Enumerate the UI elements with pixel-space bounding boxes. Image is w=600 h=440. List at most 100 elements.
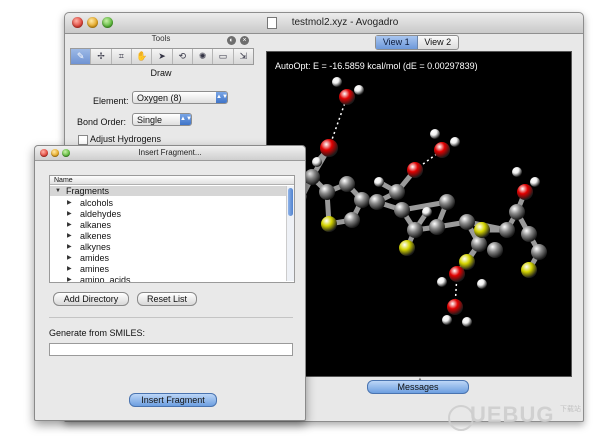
adjust-hydrogens-label: Adjust Hydrogens [90,134,162,144]
tree-scrollbar[interactable] [286,186,294,281]
zoom-button[interactable] [102,17,113,28]
tab-view-1[interactable]: View 1 [376,36,418,49]
column-header-name[interactable]: Name [50,176,294,185]
oxygen-atom[interactable] [320,139,338,157]
carbon-atom[interactable] [394,202,410,218]
carbon-atom[interactable] [509,204,525,220]
hydrogen-atom[interactable] [312,157,322,167]
list-item[interactable]: ▶ amino_acids [50,275,286,282]
hydrogen-atom[interactable] [354,85,364,95]
carbon-atom[interactable] [471,236,487,252]
list-item[interactable]: ▶ alkenes [50,231,286,242]
oxygen-atom[interactable] [517,184,533,200]
manipulate-icon[interactable]: ✋ [132,49,153,64]
molecule-viewport[interactable]: AutoOpt: E = -16.5859 kcal/mol (dE = 0.0… [266,51,572,377]
close-button[interactable] [72,17,83,28]
autoopt-energy-text: AutoOpt: E = -16.5859 kcal/mol (dE = 0.0… [275,61,478,71]
insert-fragment-title-bar[interactable]: Insert Fragment... [35,146,305,161]
hydrogen-atom[interactable] [477,279,487,289]
tools-panel: Tools ◐ × ✎ ✢ ⌗ ✋ ➤ ⟲ ✺ ▭ ⇲ Draw Element… [66,34,256,154]
reset-list-button[interactable]: Reset List [137,292,197,306]
oxygen-atom[interactable] [449,266,465,282]
disclosure-closed-icon[interactable]: ▶ [67,231,72,242]
auto-rotate-icon[interactable]: ⟲ [173,49,193,64]
carbon-atom[interactable] [319,184,335,200]
smiles-input[interactable] [49,343,293,356]
carbon-atom[interactable] [344,212,360,228]
bond-order-label: Bond Order: [77,117,127,127]
carbon-atom[interactable] [369,194,385,210]
bond-centric-icon[interactable]: ⌗ [112,49,132,64]
carbon-atom[interactable] [459,214,475,230]
fragment-tree[interactable]: Name ▼ Fragments ▶ alcohols ▶ aldehydes ▶ a… [49,175,295,283]
align-icon[interactable]: ⇲ [234,49,253,64]
oxygen-atom[interactable] [407,162,423,178]
list-item[interactable]: ▶ alkynes [50,242,286,253]
measure-icon[interactable]: ▭ [213,49,234,64]
carbon-atom[interactable] [354,192,370,208]
messages-button[interactable]: Messages [367,380,469,394]
oxygen-atom[interactable] [447,299,463,315]
molecule-render[interactable] [267,52,571,376]
sulfur-atom[interactable] [321,216,337,232]
oxygen-atom[interactable] [339,89,355,105]
hydrogen-atom[interactable] [462,317,472,327]
list-item[interactable]: ▶ amines [50,264,286,275]
panel-close-icon[interactable]: × [240,36,249,45]
element-label: Element: [93,96,129,106]
carbon-atom[interactable] [339,176,355,192]
disclosure-closed-icon[interactable]: ▶ [67,242,72,253]
disclosure-open-icon[interactable]: ▼ [55,186,61,196]
hydrogen-atom[interactable] [374,177,384,187]
select-arrow-icon[interactable]: ➤ [152,49,173,64]
hydrogen-atom[interactable] [422,207,432,217]
carbon-atom[interactable] [407,222,423,238]
carbon-atom[interactable] [304,169,320,185]
main-title-bar[interactable]: testmol2.xyz - Avogadro [65,13,583,34]
disclosure-closed-icon[interactable]: ▶ [67,209,72,220]
hydrogen-atom[interactable] [430,129,440,139]
disclosure-closed-icon[interactable]: ▶ [67,253,72,264]
insert-fragment-button[interactable]: Insert Fragment [129,393,217,407]
adjust-hydrogens-checkbox[interactable] [78,135,88,145]
watermark-text: UEBUG [470,402,555,427]
sulfur-atom[interactable] [521,262,537,278]
list-item[interactable]: ▶ alcohols [50,198,286,209]
tools-toolbar: ✎ ✢ ⌗ ✋ ➤ ⟲ ✺ ▭ ⇲ [70,48,254,65]
carbon-atom[interactable] [531,244,547,260]
list-item[interactable]: ▶ aldehydes [50,209,286,220]
hydrogen-atom[interactable] [512,167,522,177]
divider [49,317,293,318]
hydrogen-atom[interactable] [332,77,342,87]
disclosure-closed-icon[interactable]: ▶ [67,264,72,275]
tree-root-fragments[interactable]: ▼ Fragments [50,186,286,196]
disclosure-closed-icon[interactable]: ▶ [67,275,72,282]
hydrogen-atom[interactable] [437,277,447,287]
disclosure-closed-icon[interactable]: ▶ [67,198,72,209]
list-item[interactable]: ▶ alkanes [50,220,286,231]
carbon-atom[interactable] [389,184,405,200]
add-directory-button[interactable]: Add Directory [53,292,129,306]
sulfur-atom[interactable] [399,240,415,256]
carbon-atom[interactable] [439,194,455,210]
carbon-atom[interactable] [487,242,503,258]
element-select[interactable]: Oxygen (8) ▲▼ [132,91,228,104]
carbon-atom[interactable] [429,219,445,235]
oxygen-atom[interactable] [434,142,450,158]
bond-order-select[interactable]: Single ▲▼ [132,113,192,126]
hydrogen-atom[interactable] [442,315,452,325]
disclosure-closed-icon[interactable]: ▶ [67,220,72,231]
carbon-atom[interactable] [499,222,515,238]
minimize-button[interactable] [87,17,98,28]
scrollbar-thumb[interactable] [288,188,293,216]
list-item[interactable]: ▶ amides [50,253,286,264]
draw-pencil-icon[interactable]: ✎ [71,49,92,64]
hydrogen-atom[interactable] [450,137,460,147]
sulfur-atom[interactable] [474,222,490,238]
navigate-icon[interactable]: ✢ [91,49,112,64]
tab-view-2[interactable]: View 2 [418,36,459,49]
carbon-atom[interactable] [521,226,537,242]
auto-optimize-icon[interactable]: ✺ [193,49,214,64]
hydrogen-atom[interactable] [530,177,540,187]
panel-float-icon[interactable]: ◐ [227,36,236,45]
